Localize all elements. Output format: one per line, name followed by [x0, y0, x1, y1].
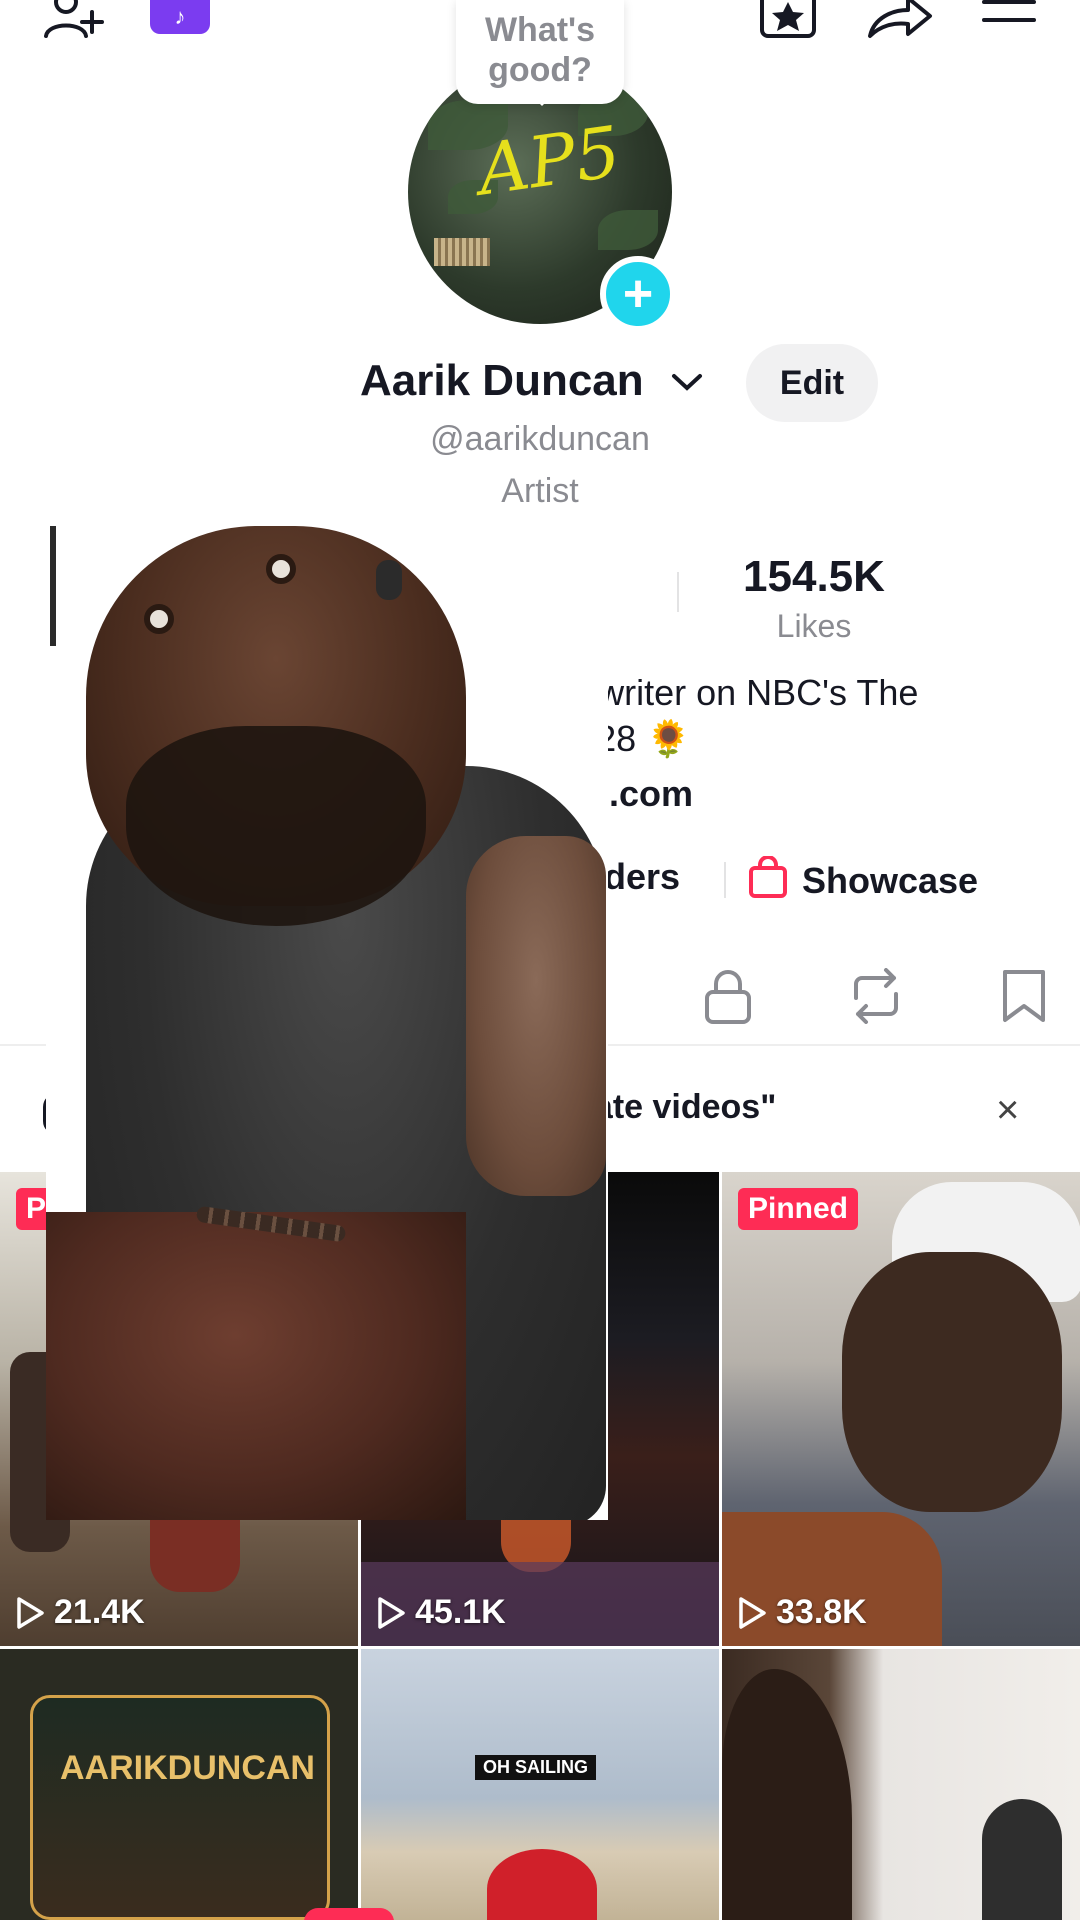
tab-private-lock-icon[interactable] [698, 966, 758, 1026]
edit-profile-button[interactable]: Edit [746, 344, 878, 422]
profile-name[interactable]: Aarik Duncan [360, 356, 644, 406]
tiktok-icon[interactable]: ♪ [150, 0, 210, 34]
tab-reposts-icon[interactable] [846, 966, 906, 1026]
tile-caption: AARIKDUNCAN [60, 1749, 315, 1787]
profile-role: Artist [501, 472, 579, 510]
tile-caption: OH SAILING [475, 1755, 597, 1780]
stat-divider [677, 572, 679, 612]
pinned-badge: Pinned [738, 1188, 859, 1230]
video-tile[interactable]: Pinned 33.8K [722, 1172, 1080, 1646]
likes-label: Likes [776, 608, 852, 644]
likes-count: 154.5K [743, 552, 885, 601]
shopping-bag-icon [748, 854, 788, 907]
menu-icon[interactable] [980, 0, 1038, 44]
likes-stat[interactable]: 154.5K Likes [714, 552, 914, 645]
tab-saved-bookmark-icon[interactable] [994, 966, 1054, 1026]
view-count: 33.8K [736, 1593, 867, 1632]
view-count: 21.4K [14, 1593, 145, 1632]
nav-indicator [304, 1908, 394, 1920]
favorites-icon[interactable] [758, 0, 818, 44]
video-tile[interactable]: OH SAILING [361, 1649, 719, 1920]
status-bubble[interactable]: What's good? [456, 0, 624, 106]
add-friend-icon[interactable] [40, 0, 104, 44]
add-avatar-button[interactable]: + [600, 256, 676, 332]
sunflower-icon: 🌻 [646, 718, 691, 759]
view-count: 45.1K [375, 1593, 506, 1632]
showcase-label: Showcase [802, 860, 979, 901]
links-divider [724, 862, 726, 898]
profile-handle: @aarikduncan [430, 420, 650, 458]
video-tile[interactable] [722, 1649, 1080, 1920]
close-icon[interactable]: × [996, 1088, 1019, 1133]
showcase-link[interactable]: Showcase [748, 854, 979, 907]
chevron-down-icon[interactable] [670, 370, 704, 399]
share-icon[interactable] [864, 0, 934, 44]
video-tile[interactable]: AARIKDUNCAN [0, 1649, 358, 1920]
floating-video-overlay[interactable] [46, 526, 608, 1520]
